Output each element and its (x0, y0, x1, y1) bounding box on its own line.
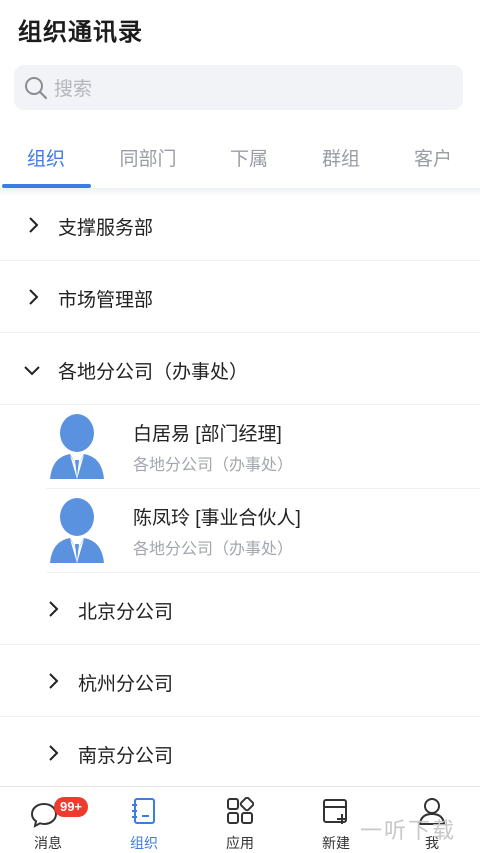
dept-row-branches[interactable]: 各地分公司（办事处） (0, 333, 480, 405)
person-avatar-icon (50, 414, 104, 479)
chevron-right-icon (29, 217, 39, 233)
watermark: 一听下载 (360, 818, 457, 843)
dept-row-support[interactable]: 支撑服务部 (0, 189, 480, 261)
tab-subordinates[interactable]: 下属 (204, 144, 294, 171)
nav-messages[interactable]: 99+ 消息 (0, 787, 96, 853)
subdept-row-nanjing[interactable]: 南京分公司 (0, 717, 480, 789)
dept-label: 各地分公司（办事处） (58, 362, 249, 383)
dept-label: 支撑服务部 (58, 218, 154, 239)
subdept-label: 杭州分公司 (78, 674, 174, 695)
app-header: 组织通讯录 (0, 0, 480, 56)
tab-customers[interactable]: 客户 (388, 144, 478, 171)
chevron-right-icon (49, 673, 59, 689)
chevron-right-icon (49, 745, 59, 761)
tab-bar: 组织 同部门 下属 群组 客户 (0, 136, 480, 188)
subdept-label: 南京分公司 (78, 746, 174, 767)
tab-organization[interactable]: 组织 (1, 144, 91, 171)
member-department: 各地分公司（办事处） (133, 457, 294, 474)
nav-organization[interactable]: 组织 (96, 787, 192, 853)
subdept-row-hangzhou[interactable]: 杭州分公司 (0, 645, 480, 717)
tab-same-department[interactable]: 同部门 (103, 144, 193, 171)
search-placeholder: 搜索 (54, 79, 93, 100)
chevron-down-icon (24, 366, 40, 376)
page-title: 组织通讯录 (18, 19, 143, 46)
contacts-book-icon (132, 798, 155, 824)
person-avatar-icon (50, 498, 104, 563)
dept-row-marketing[interactable]: 市场管理部 (0, 261, 480, 333)
subdept-label: 北京分公司 (78, 602, 174, 623)
nav-label: 消息 (34, 835, 62, 851)
chevron-right-icon (29, 289, 39, 305)
nav-label: 应用 (226, 835, 254, 851)
dept-label: 市场管理部 (58, 290, 154, 311)
nav-label: 组织 (130, 835, 158, 851)
member-department: 各地分公司（办事处） (133, 541, 294, 558)
member-name: 陈凤玲 [事业合伙人] (133, 508, 301, 529)
member-name: 白居易 [部门经理] (133, 424, 282, 445)
search-icon (25, 76, 48, 99)
apps-grid-icon (227, 797, 254, 824)
subdept-row-beijing[interactable]: 北京分公司 (0, 573, 480, 645)
member-row[interactable]: 白居易 [部门经理] 各地分公司（办事处） (0, 405, 480, 489)
search-input[interactable]: 搜索 (14, 65, 463, 110)
new-document-icon (323, 799, 347, 824)
org-tree-list: 支撑服务部 市场管理部 各地分公司（办事处） 白居易 [部门经理] 各地分公司（… (0, 189, 480, 789)
nav-apps[interactable]: 应用 (192, 787, 288, 853)
tab-groups[interactable]: 群组 (296, 144, 386, 171)
member-row[interactable]: 陈凤玲 [事业合伙人] 各地分公司（办事处） (0, 489, 480, 573)
unread-badge: 99+ (54, 797, 88, 817)
chevron-right-icon (49, 601, 59, 617)
